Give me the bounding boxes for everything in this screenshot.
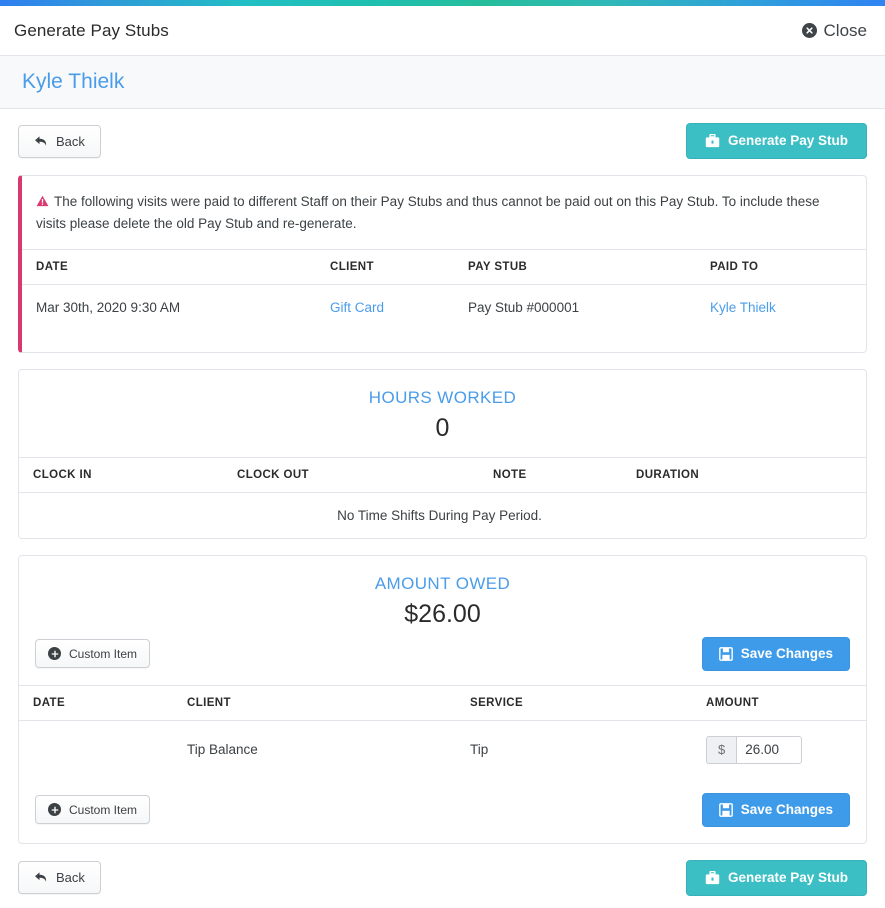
amount-owed-label: AMOUNT OWED [374,573,511,593]
currency-symbol-addon: $ [706,735,737,764]
conflict-visits-table: DATE CLIENT PAY STUB PAID TO Mar 30th, 2… [22,248,866,330]
modal-header: Generate Pay Stubs Close [0,6,885,56]
custom-item-button-top[interactable]: Custom Item [35,639,151,669]
column-header-duration: DURATION [636,456,866,493]
amount-owed-panel: AMOUNT OWED $26.00 Custom Item Save Chan… [18,554,867,844]
generate-pay-stub-button-bottom-label: Generate Pay Stub [727,870,848,886]
custom-item-button-bottom[interactable]: Custom Item [35,795,151,825]
floppy-disk-icon [718,646,733,661]
amount-owed-value: $26.00 [404,599,481,628]
column-header-clock-out: CLOCK OUT [237,456,493,493]
paid-to-link[interactable]: Kyle Thielk [710,300,776,315]
amount-items-table-head: DATE CLIENT SERVICE AMOUNT [19,684,866,721]
time-shifts-empty-message: No Time Shifts During Pay Period. [337,507,542,523]
cell-client: Gift Card [330,284,468,330]
cell-amount: $ [706,720,866,779]
column-header-client: CLIENT [330,248,468,285]
back-button-bottom[interactable]: Back [18,861,101,895]
amount-input[interactable] [736,735,803,764]
amount-items-table: DATE CLIENT SERVICE AMOUNT Tip Balance T… [19,684,866,779]
column-header-date: DATE [19,684,187,721]
table-row: Mar 30th, 2020 9:30 AM Gift Card Pay Stu… [22,284,866,330]
save-changes-button-top-label: Save Changes [740,646,833,662]
floppy-disk-icon [718,802,733,817]
save-changes-button-top[interactable]: Save Changes [701,636,850,671]
column-header-clock-in: CLOCK IN [19,456,237,493]
amount-owed-actions-bottom: Custom Item Save Changes [19,779,866,843]
amount-items-table-body: Tip Balance Tip $ [19,720,866,779]
staff-name: Kyle Thielk [22,70,125,93]
toolbar-top: Back Generate Pay Stub [18,123,867,159]
table-header-row: DATE CLIENT PAY STUB PAID TO [22,248,866,285]
hours-worked-value: 0 [435,413,450,442]
generate-pay-stub-button-top[interactable]: Generate Pay Stub [685,123,867,159]
plus-circle-icon [48,803,61,817]
plus-circle-icon [48,647,61,661]
conflict-alert-panel: The following visits were paid to differ… [18,175,867,353]
cell-date [19,720,187,779]
generate-pay-stub-button-top-label: Generate Pay Stub [727,133,848,149]
briefcase-icon [705,134,720,148]
table-row: Tip Balance Tip $ [19,720,866,779]
column-header-paid-to: PAID TO [710,248,866,285]
conflict-visits-table-head: DATE CLIENT PAY STUB PAID TO [22,248,866,285]
save-changes-button-bottom[interactable]: Save Changes [701,792,850,827]
back-button-bottom-label: Back [56,870,85,886]
cell-date: Mar 30th, 2020 9:30 AM [36,299,181,315]
cell-pay-stub: Pay Stub #000001 [468,299,580,315]
hours-worked-panel: HOURS WORKED 0 CLOCK IN CLOCK OUT NOTE D… [18,368,867,539]
back-button-top[interactable]: Back [18,124,101,158]
alert-panel-spacer [22,330,866,352]
modal-body: Back Generate Pay Stub The following vis… [0,109,885,896]
amount-input-group: $ [706,735,803,764]
close-button-label: Close [823,20,867,40]
save-changes-button-bottom-label: Save Changes [740,802,833,818]
amount-owed-actions-top: Custom Item Save Changes [19,636,866,685]
column-header-amount: AMOUNT [706,684,866,721]
conflict-visits-table-body: Mar 30th, 2020 9:30 AM Gift Card Pay Stu… [22,284,866,330]
time-shifts-table-head: CLOCK IN CLOCK OUT NOTE DURATION [19,456,866,493]
close-button[interactable]: Close [801,20,867,41]
time-shifts-table: CLOCK IN CLOCK OUT NOTE DURATION No Time… [19,456,866,538]
time-shifts-table-body: No Time Shifts During Pay Period. [19,492,866,538]
generate-pay-stub-button-bottom[interactable]: Generate Pay Stub [685,859,867,896]
briefcase-icon [705,870,720,885]
column-header-note: NOTE [493,456,636,493]
reply-arrow-icon [34,135,48,148]
alert-message: The following visits were paid to differ… [36,194,820,231]
empty-state-row: No Time Shifts During Pay Period. [19,492,866,538]
page-title: Generate Pay Stubs [14,20,169,40]
table-header-row: CLOCK IN CLOCK OUT NOTE DURATION [19,456,866,493]
amount-owed-stat: AMOUNT OWED $26.00 [19,556,866,643]
hours-worked-stat: HOURS WORKED 0 [19,370,866,457]
cell-service: Tip [470,742,489,758]
close-circle-icon [801,23,817,38]
staff-name-bar: Kyle Thielk [0,56,885,109]
column-header-pay-stub: PAY STUB [468,248,710,285]
column-header-client: CLIENT [187,684,470,721]
custom-item-button-top-label: Custom Item [69,646,138,661]
cell-client: Tip Balance [187,742,258,758]
cell-paid-to: Kyle Thielk [710,284,866,330]
warning-triangle-icon [36,193,49,214]
custom-item-button-bottom-label: Custom Item [69,802,138,817]
column-header-date: DATE [22,248,330,285]
back-button-top-label: Back [56,133,85,149]
alert-message-wrap: The following visits were paid to differ… [22,176,866,249]
hours-worked-label: HOURS WORKED [368,387,517,407]
toolbar-bottom: Back Generate Pay Stub [18,859,867,896]
table-header-row: DATE CLIENT SERVICE AMOUNT [19,684,866,721]
client-link[interactable]: Gift Card [330,300,384,315]
column-header-service: SERVICE [470,684,706,721]
reply-arrow-icon [34,871,48,884]
